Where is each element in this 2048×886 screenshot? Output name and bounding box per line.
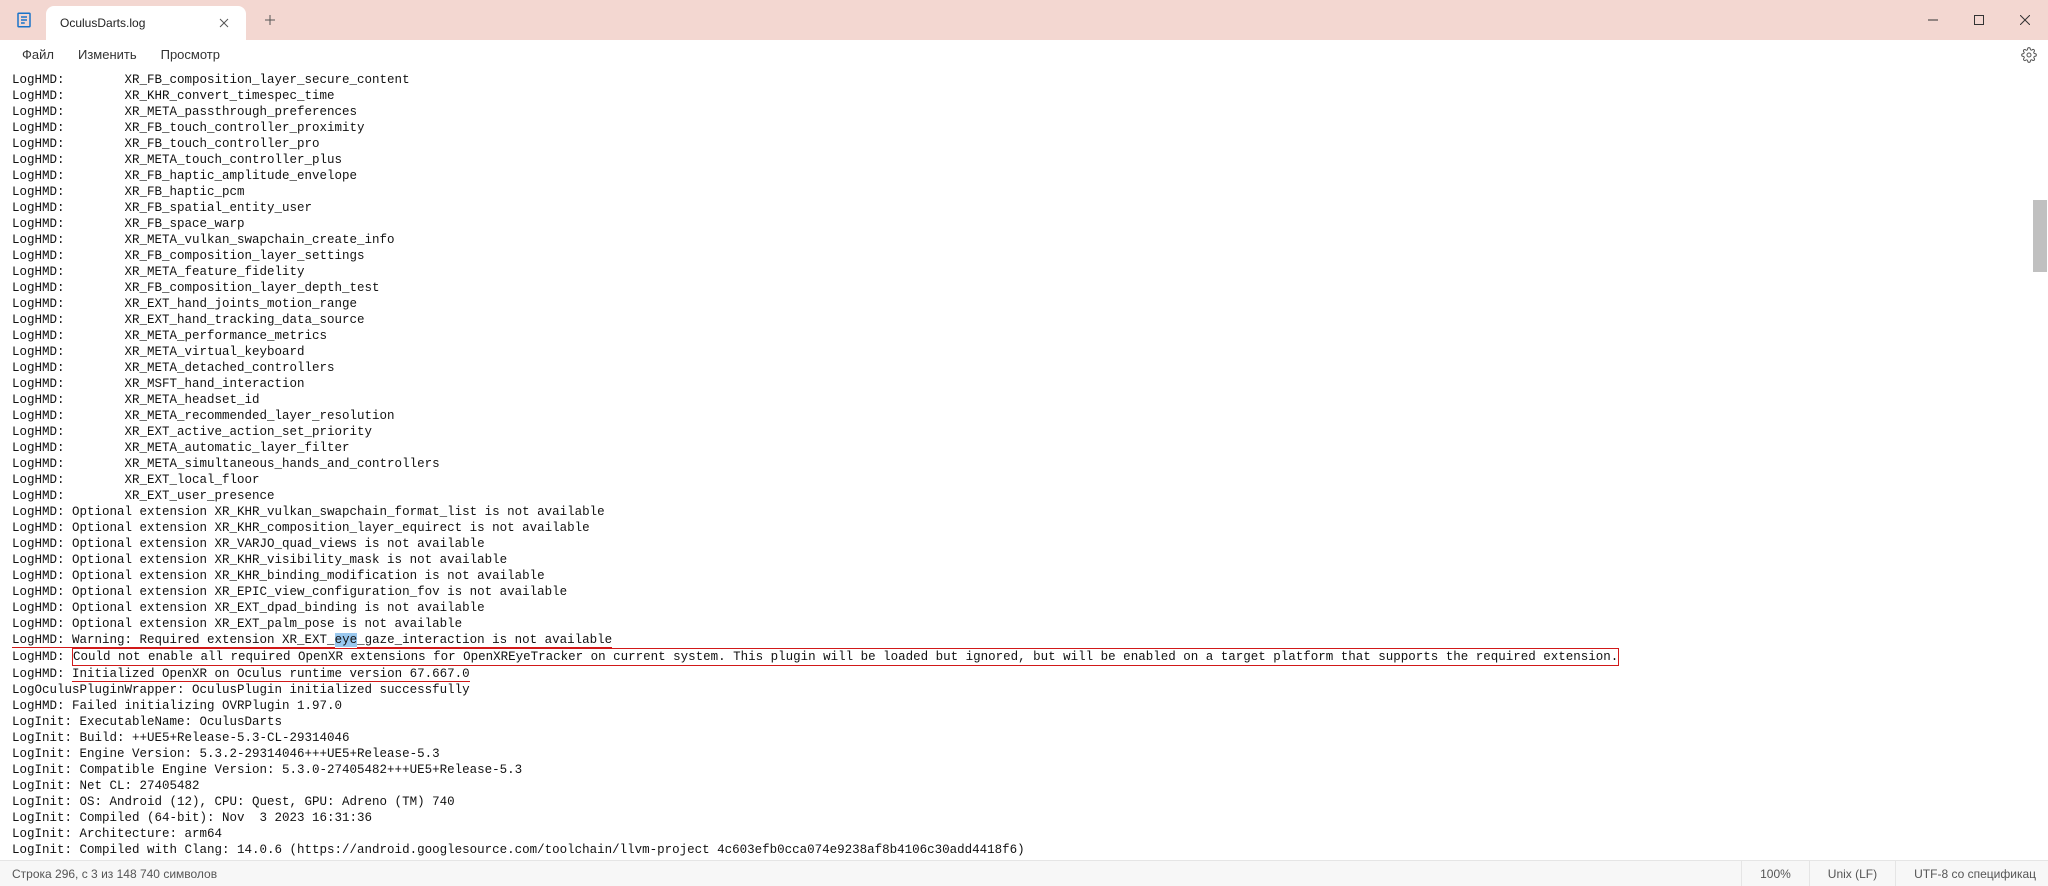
log-line: LogInit: Build: ++UE5+Release-5.3-CL-293… [12,730,2036,746]
menu-bar: Файл Изменить Просмотр [0,40,2048,70]
log-line: LogHMD: XR_META_headset_id [12,392,2036,408]
window-controls [1910,0,2048,40]
log-line: LogHMD: Optional extension XR_KHR_visibi… [12,552,2036,568]
log-line: LogHMD: Optional extension XR_KHR_vulkan… [12,504,2036,520]
log-line-error: LogHMD: Could not enable all required Op… [12,648,2036,666]
log-line: LogHMD: Optional extension XR_EPIC_view_… [12,584,2036,600]
close-window-button[interactable] [2002,0,2048,40]
log-line: LogInit: Engine Version: 5.3.2-29314046+… [12,746,2036,762]
log-line: LogHMD: XR_FB_spatial_entity_user [12,200,2036,216]
title-bar: OculusDarts.log [0,0,2048,40]
log-line: LogHMD: XR_EXT_hand_tracking_data_source [12,312,2036,328]
log-line: LogHMD: Optional extension XR_EXT_palm_p… [12,616,2036,632]
log-line: LogHMD: Initialized OpenXR on Oculus run… [12,666,2036,682]
log-line: LogHMD: XR_FB_composition_layer_depth_te… [12,280,2036,296]
log-line: LogHMD: XR_FB_composition_layer_settings [12,248,2036,264]
log-line: LogHMD: XR_META_automatic_layer_filter [12,440,2036,456]
status-eol[interactable]: Unix (LF) [1809,861,1895,886]
log-line: LogHMD: Optional extension XR_EXT_dpad_b… [12,600,2036,616]
menu-edit[interactable]: Изменить [66,43,149,66]
gear-icon[interactable] [2016,44,2042,66]
log-line: LogHMD: XR_FB_haptic_pcm [12,184,2036,200]
log-line: LogOculusPluginWrapper: OculusPlugin ini… [12,682,2036,698]
log-line: LogHMD: XR_META_touch_controller_plus [12,152,2036,168]
status-position[interactable]: Строка 296, с 3 из 148 740 символов [12,867,1741,881]
log-line: LogHMD: XR_META_detached_controllers [12,360,2036,376]
log-line: LogHMD: XR_MSFT_hand_interaction [12,376,2036,392]
log-line: LogHMD: XR_EXT_local_floor [12,472,2036,488]
app-icon [8,4,40,36]
log-line: LogHMD: XR_FB_composition_layer_secure_c… [12,72,2036,88]
log-line: LogHMD: XR_EXT_user_presence [12,488,2036,504]
tab-title: OculusDarts.log [60,16,212,30]
log-line: LogHMD: XR_FB_haptic_amplitude_envelope [12,168,2036,184]
log-line: LogInit: Net CL: 27405482 [12,778,2036,794]
log-line: LogHMD: XR_EXT_hand_joints_motion_range [12,296,2036,312]
log-line: LogInit: Compiled with Clang: 14.0.6 (ht… [12,842,2036,858]
scrollbar-thumb[interactable] [2033,200,2047,272]
log-line: LogHMD: XR_FB_touch_controller_proximity [12,120,2036,136]
log-line: LogHMD: XR_META_passthrough_preferences [12,104,2036,120]
menu-file[interactable]: Файл [10,43,66,66]
log-line: LogHMD: XR_META_simultaneous_hands_and_c… [12,456,2036,472]
log-line: LogInit: Architecture: arm64 [12,826,2036,842]
log-line: LogHMD: Optional extension XR_KHR_bindin… [12,568,2036,584]
tab-active[interactable]: OculusDarts.log [46,6,246,40]
log-line: LogInit: Compatible Engine Version: 5.3.… [12,762,2036,778]
log-line: LogHMD: Optional extension XR_KHR_compos… [12,520,2036,536]
maximize-button[interactable] [1956,0,2002,40]
log-line: LogHMD: XR_META_feature_fidelity [12,264,2036,280]
log-line: LogHMD: XR_META_virtual_keyboard [12,344,2036,360]
log-line: LogInit: ExecutableName: OculusDarts [12,714,2036,730]
status-zoom[interactable]: 100% [1741,861,1809,886]
menu-view[interactable]: Просмотр [149,43,232,66]
log-line: LogInit: Compiled (64-bit): Nov 3 2023 1… [12,810,2036,826]
log-line: LogHMD: Optional extension XR_VARJO_quad… [12,536,2036,552]
log-line: LogHMD: XR_META_performance_metrics [12,328,2036,344]
log-line: LogHMD: XR_FB_space_warp [12,216,2036,232]
new-tab-button[interactable] [254,4,286,36]
log-line: LogHMD: Failed initializing OVRPlugin 1.… [12,698,2036,714]
log-line: LogHMD: XR_KHR_convert_timespec_time [12,88,2036,104]
log-line: LogHMD: XR_EXT_active_action_set_priorit… [12,424,2036,440]
status-encoding[interactable]: UTF-8 со спецификац [1895,861,2036,886]
log-line: LogHMD: XR_META_vulkan_swapchain_create_… [12,232,2036,248]
status-bar: Строка 296, с 3 из 148 740 символов 100%… [0,860,2048,886]
log-line: LogInit: OS: Android (12), CPU: Quest, G… [12,794,2036,810]
log-line-warning: LogHMD: Warning: Required extension XR_E… [12,632,2036,648]
log-line: LogHMD: XR_META_recommended_layer_resolu… [12,408,2036,424]
log-line: LogHMD: XR_FB_touch_controller_pro [12,136,2036,152]
close-tab-icon[interactable] [212,11,236,35]
editor-content[interactable]: LogHMD: XR_FB_composition_layer_secure_c… [0,70,2048,860]
minimize-button[interactable] [1910,0,1956,40]
